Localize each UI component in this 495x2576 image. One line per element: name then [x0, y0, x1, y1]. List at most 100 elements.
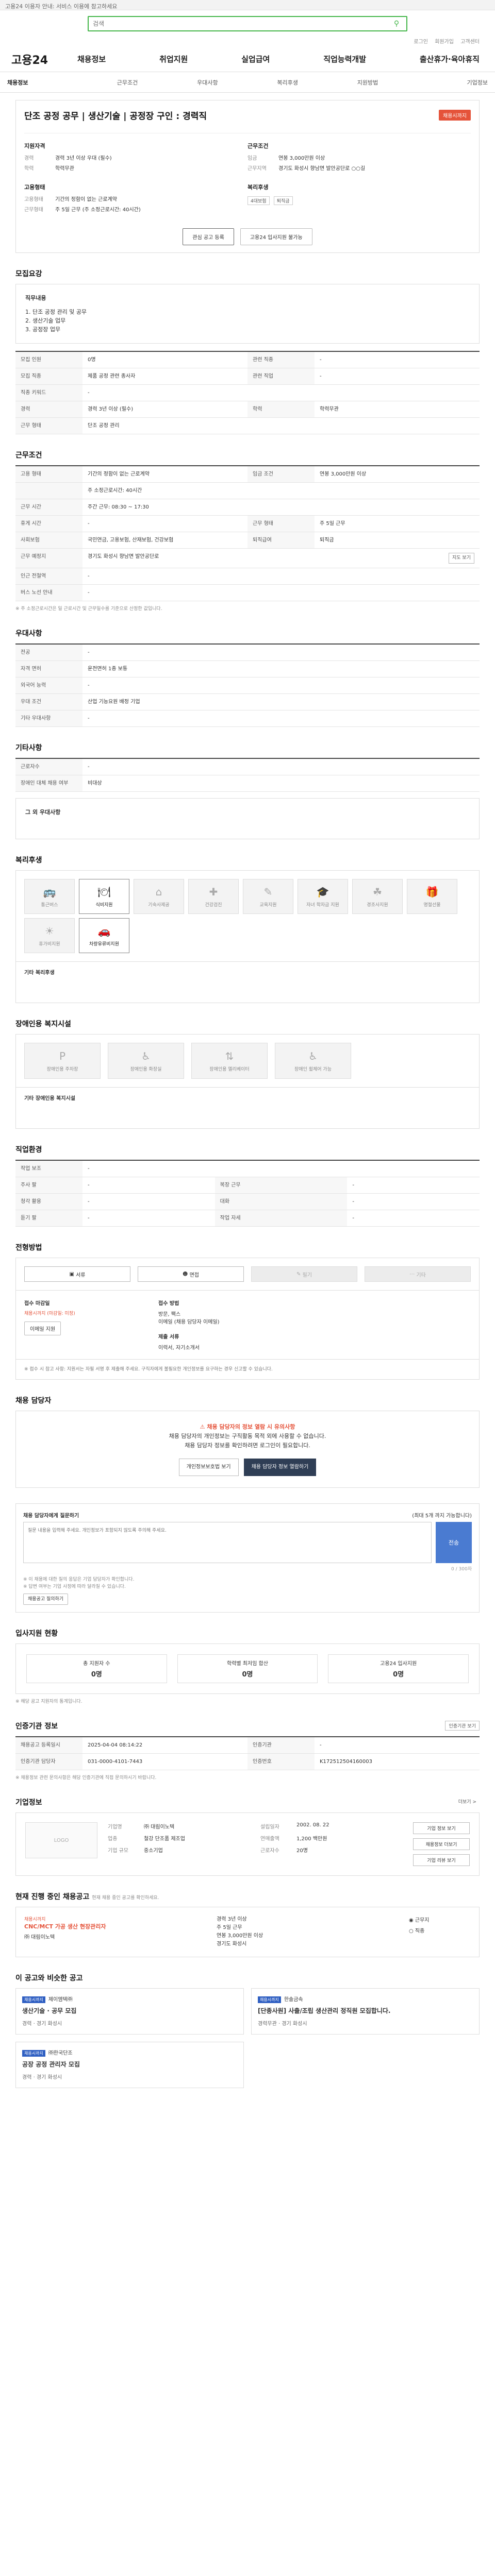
search-icon[interactable]: ⚲ — [391, 18, 402, 29]
welfare-tile: ☘ 경조사지원 — [352, 879, 403, 914]
map-view-button[interactable]: 지도 보기 — [449, 553, 474, 564]
disability-tile: ♿ 장애인용 화장실 — [108, 1043, 184, 1079]
row-value: 2025-04-04 08:14:22 — [82, 1736, 248, 1754]
disability-section: 장애인용 복지시설 P 장애인용 주차장 ♿ 장애인용 화장실 ⇅ 장애인용 엘리베이… — [15, 1019, 480, 1129]
site-logo[interactable]: 고용24 — [11, 51, 73, 67]
qa-send-button[interactable]: 전송 — [436, 1522, 472, 1563]
apply-step-interview: ☻ 면접 — [138, 1266, 244, 1282]
radio-label: 직종 — [415, 1928, 425, 1934]
summary-key: 임금 — [248, 156, 257, 161]
tab-conditions[interactable]: 근무조건 — [87, 78, 167, 87]
welfare-tile: 🎓 자녀 학자금 지원 — [298, 879, 348, 914]
stat-item: 고용24 입사지원 0명 — [328, 1654, 469, 1683]
search-row: ⚲ — [0, 10, 495, 37]
gift-icon: ☘ — [373, 885, 382, 898]
table-row: 인근 전철역 - — [15, 568, 480, 585]
privacy-law-button[interactable]: 개인정보보호법 보기 — [178, 1459, 239, 1476]
deadline-value: 채용시까지 (마감일: 미정) — [24, 1311, 75, 1316]
row-key: 모집 직종 — [15, 368, 82, 385]
similar-title: 이 공고와 비슷한 공고 — [15, 1974, 83, 1982]
company-more-link[interactable]: 더보기 > — [455, 1797, 480, 1806]
other-job-card[interactable]: 채용시까지 CNC/MCT 가공 생산 현장관리자 ㈜ 대림이노텍 경력 3년 … — [15, 1907, 480, 1957]
company-info-button[interactable]: 기업 정보 보기 — [413, 1822, 470, 1834]
job-title: 단조 공정 공무 | 생산기술 | 공정장 구인 : 경력직 — [24, 111, 207, 122]
apply-unavailable-button[interactable]: 고용24 입사지원 불가능 — [240, 228, 312, 245]
row-value: - — [82, 643, 480, 661]
row-key: 우대 조건 — [15, 693, 82, 710]
row-key: 근무 형태 — [248, 515, 315, 532]
qa-textarea[interactable] — [23, 1522, 432, 1563]
row-key: 임금 조건 — [248, 465, 315, 483]
stat-item: 총 지원자 수 0명 — [26, 1654, 167, 1683]
stat-label: 학력별 최저임 합산 — [227, 1661, 268, 1667]
tab-apply[interactable]: 지원방법 — [327, 78, 407, 87]
company-jobs-button[interactable]: 채용정보 더보기 — [413, 1838, 470, 1850]
stat-label: 고용24 입사지원 — [380, 1661, 417, 1667]
table-row: 듣기 팔 - 작업 자세 - — [15, 1210, 480, 1227]
summary-key: 고용형태 — [24, 197, 43, 202]
gnb-item-unemployment[interactable]: 실업급여 — [237, 54, 274, 64]
apply-step-label: 필기 — [302, 1272, 312, 1278]
row-value: - — [82, 1210, 215, 1227]
gnb-item-support[interactable]: 취업지원 — [155, 54, 192, 64]
row-key: 인증기관 담당자 — [15, 1753, 82, 1770]
util-link-login[interactable]: 로그인 — [414, 39, 428, 45]
company-review-button[interactable]: 기업 리뷰 보기 — [413, 1854, 470, 1866]
filter-radio-location[interactable]: ◉ 근무지 — [409, 1916, 471, 1923]
method-label: 접수 방법 — [158, 1301, 179, 1307]
row-key: 근무 예정지 — [15, 548, 82, 568]
row-value: 학력무관 — [315, 401, 480, 418]
card-company: ㈜한국단조 — [48, 2050, 73, 2056]
qa-more-button[interactable]: 채용공고 질의하기 — [23, 1594, 69, 1605]
disability-tiles: P 장애인용 주차장 ♿ 장애인용 화장실 ⇅ 장애인용 엘리베이터 ♿ 장애인 휠체어… — [15, 1034, 480, 1088]
tab-recruit[interactable]: 채용정보 — [7, 78, 87, 87]
radio-label: 근무지 — [415, 1918, 430, 1923]
other-job-meta: 경기도 화성시 — [217, 1941, 247, 1947]
bookmark-button[interactable]: 관심 공고 등록 — [183, 228, 234, 245]
util-link-signup[interactable]: 회원가입 — [435, 39, 454, 45]
tab-welfare[interactable]: 복리후생 — [248, 78, 327, 87]
info-more-button[interactable]: 인증기관 보기 — [445, 1721, 480, 1731]
similar-job-card[interactable]: 채용시까지 한솔금속 [단종사원] 사출/조립 생산관리 정직원 모집합니다. 경… — [251, 1988, 480, 2035]
card-title[interactable]: 공장 공정 관리자 모집 — [22, 2060, 237, 2069]
employment-type-heading: 고용형태 — [24, 184, 45, 191]
tile-label: 기숙사제공 — [148, 902, 170, 908]
elevator-icon: ⇅ — [225, 1049, 234, 1062]
table-row: 근무 예정지 경기도 화성시 향남면 발안공단로 지도 보기 — [15, 548, 480, 568]
row-key — [15, 482, 82, 499]
company-details-2: 설립일자 2002. 08. 22 연매출액 1,200 백만원 근로자수 20명 — [260, 1822, 403, 1866]
qa-note: ※ 이 채용에 대한 질의 응답은 기업 담당자가 확인합니다. — [23, 1577, 135, 1582]
table-row: 사회보험 국민연금, 고용보험, 산재보험, 건강보험 퇴직급여 퇴직금 — [15, 532, 480, 549]
gnb-item-parental[interactable]: 출산휴가·육아휴직 — [416, 54, 484, 64]
tab-company[interactable]: 기업정보 — [408, 78, 487, 87]
search-input[interactable] — [93, 20, 391, 27]
filter-radio-job[interactable]: ○ 직종 — [409, 1926, 471, 1934]
row-key: 관련 직업 — [248, 368, 315, 385]
preference-title: 우대사항 — [15, 630, 42, 638]
row-key: 고용 형태 — [15, 465, 82, 483]
view-contact-button[interactable]: 채용 담당자 정보 열람하기 — [243, 1459, 317, 1476]
card-title[interactable]: [단종사원] 사출/조립 생산관리 정직원 모집합니다. — [258, 2006, 473, 2015]
row-value: 단조 공정 관리 — [82, 417, 480, 434]
qualification-heading: 지원자격 — [24, 143, 45, 149]
table-row: 직종 키워드 - — [15, 384, 480, 401]
search-box[interactable]: ⚲ — [88, 16, 407, 31]
card-meta: 경력 · 경기 화성시 — [22, 2075, 62, 2080]
similar-job-card[interactable]: 채용시까지 제이엠텍㈜ 생산기술 · 공무 모집 경력 · 경기 화성시 — [15, 1988, 244, 2035]
gnb-item-jobs[interactable]: 채용정보 — [73, 54, 110, 64]
table-row: 휴게 시간 - 근무 형태 주 5일 근무 — [15, 515, 480, 532]
company-value: 중소기업 — [144, 1848, 163, 1854]
recruit-section: 모집요강 직무내용 1. 단조 공정 관리 및 공무 2. 생산기술 업무 3.… — [15, 268, 480, 434]
row-key: 근무 시간 — [15, 499, 82, 516]
row-key: 인증번호 — [248, 1753, 315, 1770]
table-row: 버스 노선 안내 - — [15, 584, 480, 601]
gnb-item-training[interactable]: 직업능력개발 — [319, 54, 370, 64]
similar-job-card[interactable]: 채용시까지 ㈜한국단조 공장 공정 관리자 모집 경력 · 경기 화성시 — [15, 2042, 244, 2088]
email-apply-button[interactable]: 이메일 지원 — [24, 1321, 61, 1335]
util-link-help[interactable]: 고객센터 — [460, 39, 480, 45]
card-title[interactable]: 생산기술 · 공무 모집 — [22, 2006, 237, 2015]
card-company: 한솔금속 — [284, 1997, 303, 2003]
row-key: 퇴직급여 — [248, 532, 315, 549]
tab-preference[interactable]: 우대사항 — [168, 78, 248, 87]
other-job-title[interactable]: CNC/MCT 가공 생산 현장관리자 — [24, 1922, 206, 1930]
